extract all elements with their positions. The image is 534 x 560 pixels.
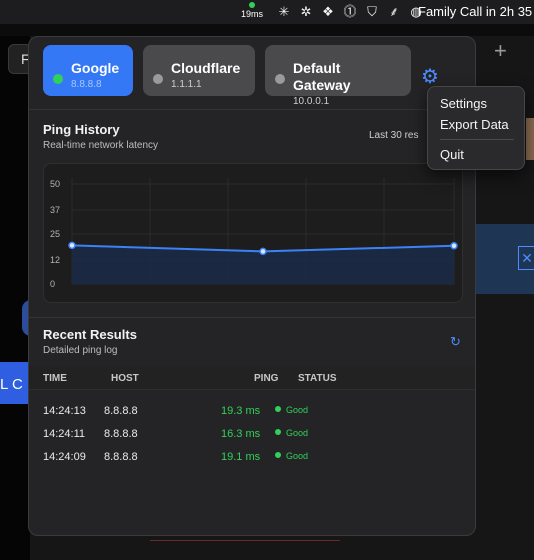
status-dot-icon bbox=[275, 429, 281, 435]
results-title: Recent Results bbox=[43, 327, 137, 342]
one-password-icon[interactable]: ⓵ bbox=[342, 4, 358, 20]
row-status-text: Good bbox=[286, 428, 309, 438]
target-ip: 1.1.1.1 bbox=[171, 79, 202, 90]
y-tick-label: 37 bbox=[50, 205, 60, 215]
target-google[interactable]: Google 8.8.8.8 bbox=[43, 45, 133, 96]
target-name: Cloudflare bbox=[171, 60, 241, 76]
row-host: 8.8.8.8 bbox=[104, 451, 138, 463]
history-subtitle: Real-time network latency bbox=[43, 140, 159, 151]
status-dot-icon bbox=[275, 74, 285, 84]
row-host: 8.8.8.8 bbox=[104, 428, 138, 440]
background-call-button[interactable]: L C bbox=[0, 362, 30, 404]
row-status: Good bbox=[275, 451, 308, 461]
status-dot-icon bbox=[153, 74, 163, 84]
ping-chart: 0 12 25 37 50 bbox=[43, 163, 463, 303]
background-sidebar bbox=[0, 36, 30, 560]
row-ping: 19.3 ms bbox=[221, 405, 261, 417]
y-tick-label: 25 bbox=[50, 229, 60, 239]
menu-item-export-data[interactable]: Export Data bbox=[428, 114, 524, 135]
background-bottom-edge bbox=[150, 540, 340, 560]
target-ip: 10.0.0.1 bbox=[293, 96, 330, 107]
row-status: Good bbox=[275, 405, 308, 415]
results-header: TIME HOST PING STATUS bbox=[29, 366, 475, 390]
settings-menu: Settings Export Data Quit bbox=[427, 86, 525, 170]
row-status-text: Good bbox=[286, 405, 309, 415]
gear-badge-icon[interactable]: ✲ bbox=[298, 4, 314, 20]
target-name: Google bbox=[71, 60, 120, 76]
latency-point bbox=[259, 247, 267, 256]
status-dot-icon bbox=[249, 2, 255, 8]
target-default-gateway[interactable]: Default Gateway 10.0.0.1 bbox=[265, 45, 411, 107]
table-row: 14:24:13 8.8.8.8 19.3 ms Good bbox=[29, 400, 475, 422]
recent-results-section: Recent Results Detailed ping log ↻ TIME … bbox=[29, 317, 475, 535]
status-dot-icon bbox=[275, 452, 281, 458]
column-host: HOST bbox=[111, 373, 139, 384]
background-thumbnail bbox=[526, 118, 534, 160]
calendar-event-item[interactable]: Family Call in 2h 35 bbox=[418, 4, 532, 19]
refresh-icon[interactable]: ↻ bbox=[450, 334, 461, 350]
ping-chart-svg: 0 12 25 37 50 bbox=[50, 178, 458, 289]
row-ping: 19.1 ms bbox=[221, 451, 261, 463]
status-dot-icon bbox=[275, 406, 281, 412]
menu-bar: 19ms ✳ ✲ ❖ ⓵ ⛉ ⸙ ◍ Family Call in 2h 35 bbox=[0, 0, 534, 24]
history-range-label: Last 30 res bbox=[369, 130, 419, 141]
ping-status-text: 19ms bbox=[240, 9, 263, 19]
ping-status-item[interactable]: 19ms bbox=[238, 2, 266, 22]
menu-divider bbox=[440, 139, 514, 140]
table-row: 14:24:11 8.8.8.8 16.3 ms Good bbox=[29, 423, 475, 445]
column-time: TIME bbox=[43, 373, 67, 384]
settings-gear-icon[interactable]: ⚙ bbox=[421, 67, 441, 87]
latency-point bbox=[450, 242, 458, 250]
target-cloudflare[interactable]: Cloudflare 1.1.1.1 bbox=[143, 45, 255, 96]
table-row: 14:24:09 8.8.8.8 19.1 ms Good bbox=[29, 446, 475, 468]
row-status-text: Good bbox=[286, 451, 309, 461]
row-time: 14:24:13 bbox=[43, 405, 86, 417]
row-host: 8.8.8.8 bbox=[104, 405, 138, 417]
status-dot-icon bbox=[53, 74, 63, 84]
row-time: 14:24:11 bbox=[43, 428, 86, 440]
latency-point bbox=[68, 241, 76, 250]
y-tick-label: 50 bbox=[50, 179, 60, 189]
target-name: Default Gateway bbox=[293, 60, 351, 93]
target-ip: 8.8.8.8 bbox=[71, 79, 102, 90]
y-tick-label: 12 bbox=[50, 255, 60, 265]
target-selector: Google 8.8.8.8 Cloudflare 1.1.1.1 Defaul… bbox=[29, 37, 475, 109]
burst-icon[interactable]: ✳ bbox=[276, 4, 292, 20]
column-ping: PING bbox=[254, 373, 279, 384]
ping-history-section: Ping History Real-time network latency L… bbox=[29, 109, 475, 317]
row-ping: 16.3 ms bbox=[221, 428, 261, 440]
ping-popover: Google 8.8.8.8 Cloudflare 1.1.1.1 Defaul… bbox=[28, 36, 476, 536]
background-call-label: L C bbox=[0, 376, 23, 393]
new-tab-button[interactable]: + bbox=[494, 38, 507, 64]
row-time: 14:24:09 bbox=[43, 451, 86, 463]
feather-icon[interactable]: ⸙ bbox=[386, 4, 402, 20]
menu-item-settings[interactable]: Settings bbox=[428, 93, 524, 114]
row-status: Good bbox=[275, 428, 308, 438]
y-tick-label: 0 bbox=[50, 279, 55, 289]
menu-extras: ✳ ✲ ❖ ⓵ ⛉ ⸙ ◍ bbox=[276, 4, 424, 20]
puzzle-icon[interactable]: ❖ bbox=[320, 4, 336, 20]
menu-item-quit[interactable]: Quit bbox=[428, 144, 524, 165]
column-status: STATUS bbox=[298, 373, 337, 384]
results-subtitle: Detailed ping log bbox=[43, 345, 118, 356]
shield-icon[interactable]: ⛉ bbox=[364, 4, 380, 20]
close-icon[interactable]: ✕ bbox=[518, 246, 534, 270]
